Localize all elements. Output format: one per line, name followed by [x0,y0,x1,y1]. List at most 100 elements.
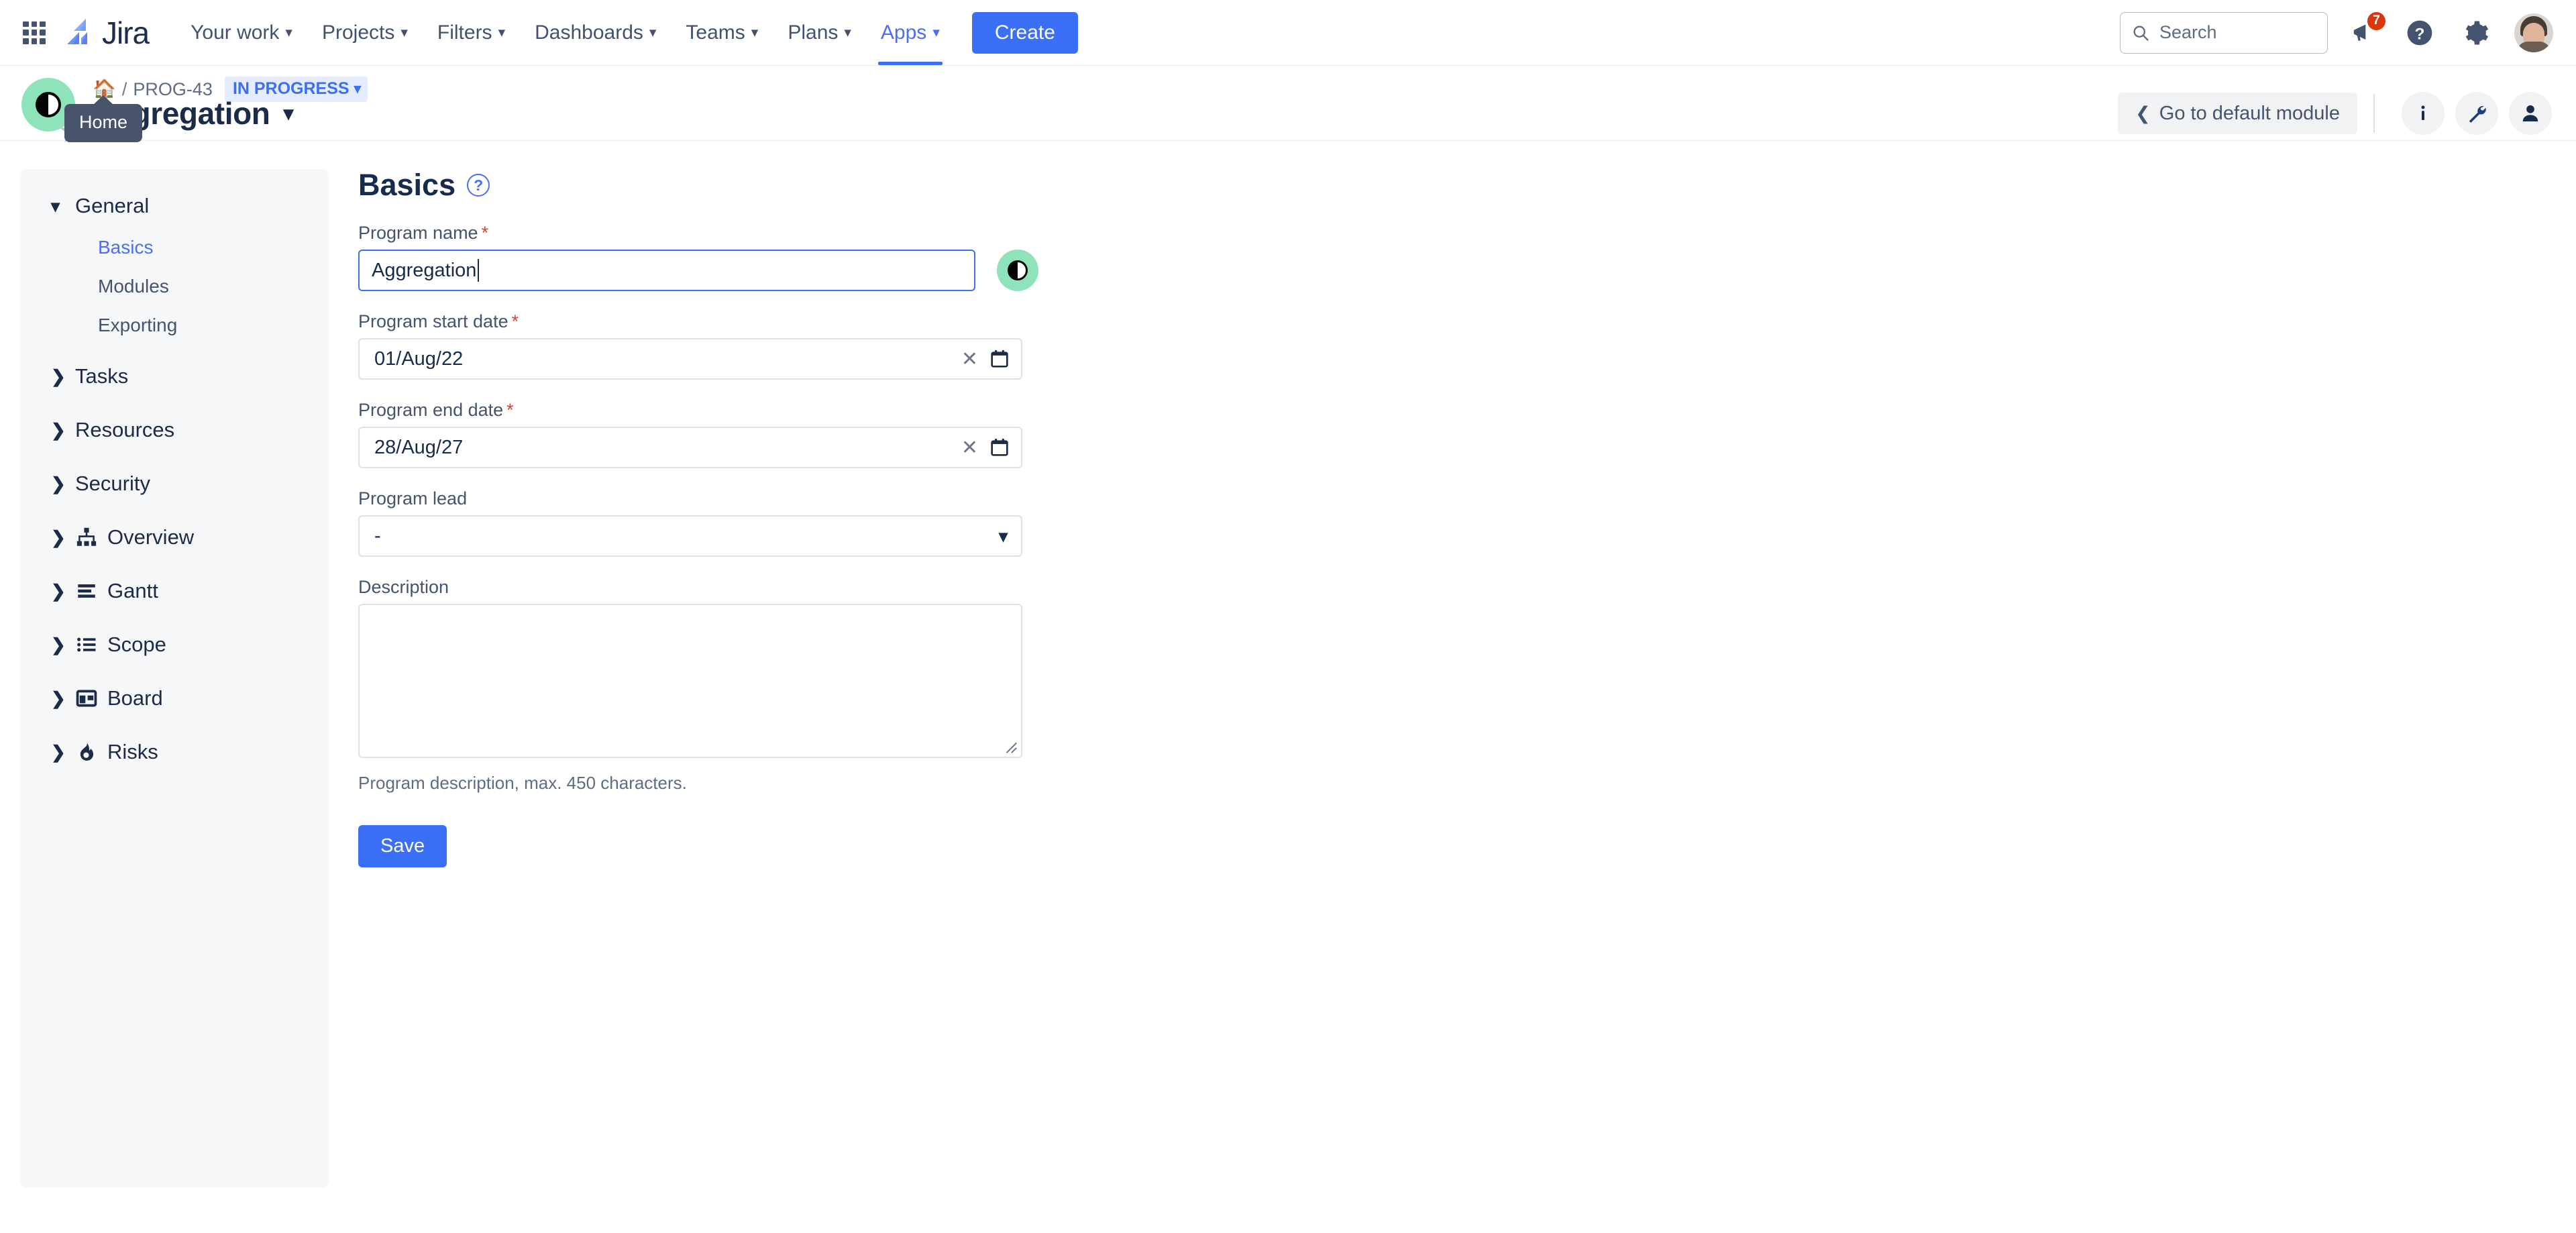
sidebar-item-label: Basics [98,237,154,258]
nav-label: Teams [686,21,745,44]
section-title-text: Basics [358,168,456,202]
sidebar-group-scope[interactable]: ❯ Scope [20,623,329,667]
resize-handle-icon[interactable] [1003,739,1018,754]
wrench-icon [2469,106,2486,123]
chevron-down-icon[interactable]: ▾ [283,102,293,125]
program-name-input[interactable]: Aggregation [358,250,975,291]
sidebar-group-risks[interactable]: ❯ Risks [20,730,329,774]
sidebar-group-gantt[interactable]: ❯ Gantt [20,569,329,613]
sidebar-group-tasks[interactable]: ❯ Tasks [20,354,329,398]
program-end-date-input[interactable]: 28/Aug/27 ✕ [358,427,1022,468]
basics-form: Basics ? Program name * Aggregation Progr… [358,168,1163,867]
chevron-down-icon: ▾ [844,25,851,40]
settings-sidebar: ▾ General Basics Modules Exporting ❯ Tas… [20,169,329,1187]
nav-label: Your work [191,21,280,44]
clear-icon[interactable]: ✕ [961,347,978,371]
jira-logo[interactable]: Jira [66,15,150,51]
calendar-icon[interactable] [989,437,1010,458]
people-button[interactable] [2509,92,2552,135]
program-avatar-badge[interactable] [997,250,1038,291]
program-lead-value: - [374,525,381,547]
app-switcher-icon[interactable] [20,19,48,47]
nav-item-apps[interactable]: Apps ▾ [866,0,955,65]
sidebar-group-overview[interactable]: ❯ Overview [20,515,329,559]
clear-icon[interactable]: ✕ [961,436,978,460]
program-lead-label: Program lead [358,488,468,508]
sidebar-item-basics[interactable]: Basics [20,228,329,267]
program-name-value: Aggregation [372,259,477,281]
nav-item-plans[interactable]: Plans ▾ [773,0,866,65]
help-button[interactable]: ? [2399,12,2440,54]
sidebar-group-label: Overview [107,525,195,549]
chevron-right-icon: ❯ [51,688,66,708]
nav-label: Dashboards [535,21,643,44]
info-button[interactable] [2402,92,2445,135]
nav-item-dashboards[interactable]: Dashboards ▾ [520,0,671,65]
notification-badge: 7 [2366,10,2387,32]
user-avatar[interactable] [2514,13,2553,52]
program-name-field: Program name * Aggregation [358,223,1163,291]
sidebar-group-security[interactable]: ❯ Security [20,462,329,506]
sitemap-icon [75,526,103,549]
nav-label: Projects [321,21,395,44]
chevron-down-icon: ▾ [51,195,60,216]
configure-button[interactable] [2455,92,2498,135]
description-field: Description Program description, max. 45… [358,577,1163,794]
create-button[interactable]: Create [971,11,1078,54]
chevron-right-icon: ❯ [51,527,66,547]
required-marker: * [511,311,519,331]
program-lead-select[interactable]: - ▾ [358,515,1022,557]
chevron-down-icon: ▾ [751,25,759,40]
nav-item-teams[interactable]: Teams ▾ [671,0,773,65]
go-to-default-module-button[interactable]: ❮ Go to default module [2118,93,2357,134]
sidebar-group-label: General [75,194,150,217]
nav-item-your-work[interactable]: Your work ▾ [176,0,307,65]
top-navigation-bar: Jira Your work ▾ Projects ▾ Filters ▾ Da… [0,0,2576,66]
top-navigation-right: Search 7 ? [2120,10,2553,54]
label-text: Program end date [358,400,504,420]
sidebar-group-resources[interactable]: ❯ Resources [20,408,329,452]
chevron-down-icon: ▾ [354,81,362,97]
notifications-button[interactable]: 7 [2343,10,2387,54]
home-tooltip: Home [64,104,143,142]
sidebar-group-general[interactable]: ▾ General [20,184,329,228]
sidebar-item-modules[interactable]: Modules [20,267,329,306]
required-marker: * [481,223,489,243]
nav-item-filters[interactable]: Filters ▾ [423,0,520,65]
program-start-date-input[interactable]: 01/Aug/22 ✕ [358,338,1022,380]
fire-icon [75,741,103,763]
chevron-right-icon: ❯ [51,366,66,386]
chevron-down-icon: ▾ [285,25,292,40]
chevron-down-icon: ▾ [932,25,940,40]
sidebar-item-exporting[interactable]: Exporting [20,306,329,345]
settings-button[interactable] [2455,12,2497,54]
save-button[interactable]: Save [358,825,447,867]
description-textarea[interactable] [358,604,1022,758]
calendar-icon[interactable] [989,348,1010,370]
avatar-body [2517,41,2551,52]
label-text: Program name [358,223,478,243]
program-end-date-field: Program end date * 28/Aug/27 ✕ [358,400,1163,468]
jira-wordmark: Jira [102,15,150,50]
chevron-down-icon: ▾ [998,525,1008,546]
sidebar-group-label: Board [107,686,163,710]
program-lead-field: Program lead - ▾ [358,488,1163,557]
sidebar-group-board[interactable]: ❯ Board [20,676,329,720]
program-end-date-label: Program end date * [358,400,1163,421]
list-icon [75,633,103,656]
nav-item-projects[interactable]: Projects ▾ [307,0,423,65]
program-name-row: Aggregation [358,250,1163,291]
search-icon [2133,25,2149,41]
search-input[interactable]: Search [2120,11,2328,54]
help-icon: ? [2407,20,2432,45]
sidebar-item-label: Exporting [98,315,178,335]
chevron-down-icon: ▾ [400,25,408,40]
primary-nav-items: Your work ▾ Projects ▾ Filters ▾ Dashboa… [176,0,955,65]
help-icon[interactable]: ? [467,174,490,197]
